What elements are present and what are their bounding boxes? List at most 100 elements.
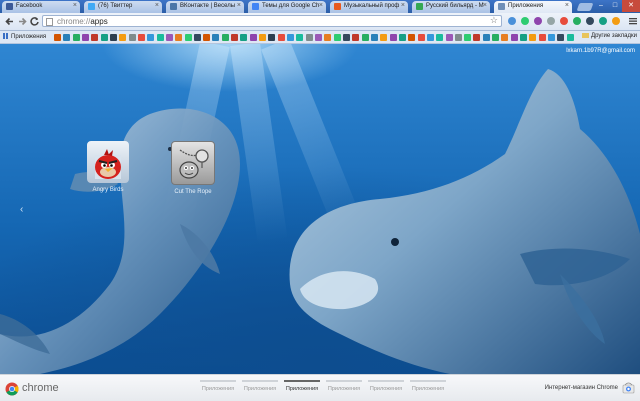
bookmark-item[interactable] [194,34,201,41]
previous-page-chevron-icon[interactable]: ‹ [20,204,23,215]
extension-button[interactable] [573,17,581,25]
tab-5[interactable]: Музыкальный проф × [330,1,408,13]
close-tab-icon[interactable]: × [483,2,487,9]
bookmark-item[interactable] [371,34,378,41]
web-store-link[interactable]: Интернет-магазин Chrome [545,385,618,391]
bookmark-apps[interactable]: Приложения [3,33,46,40]
apps-page-tab-6[interactable]: Приложения [410,380,446,392]
extension-button[interactable] [612,17,620,25]
apps-page-tab-3[interactable]: Приложения [284,380,320,392]
bookmark-item[interactable] [362,34,369,41]
close-tab-icon[interactable]: × [155,2,159,9]
tab-2[interactable]: (76) Твиттер × [84,1,162,13]
bookmark-item[interactable] [399,34,406,41]
bookmark-item[interactable] [324,34,331,41]
bookmark-item[interactable] [567,34,574,41]
close-window-button[interactable]: ✕ [622,0,640,12]
bookmark-item[interactable] [446,34,453,41]
tab-6[interactable]: Русский бильярд - М × [412,1,490,13]
bookmark-item[interactable] [352,34,359,41]
extension-button[interactable] [586,17,594,25]
bookmark-item[interactable] [157,34,164,41]
bookmark-item[interactable] [129,34,136,41]
bookmark-item[interactable] [147,34,154,41]
bookmark-item[interactable] [175,34,182,41]
close-tab-icon[interactable]: × [237,2,241,9]
app-cut-the-rope[interactable]: Cut The Rope [165,141,221,195]
bookmark-item[interactable] [539,34,546,41]
bookmark-item[interactable] [334,34,341,41]
bookmark-item[interactable] [492,34,499,41]
extension-button[interactable] [560,17,568,25]
bookmark-item[interactable] [73,34,80,41]
bookmark-item[interactable] [483,34,490,41]
bookmark-item[interactable] [54,34,61,41]
bookmark-item[interactable] [455,34,462,41]
bookmark-item[interactable] [315,34,322,41]
bookmark-item[interactable] [166,34,173,41]
bookmark-item[interactable] [418,34,425,41]
bookmark-item[interactable] [222,34,229,41]
extension-button[interactable] [534,17,542,25]
bookmark-item[interactable] [259,34,266,41]
extension-button[interactable] [599,17,607,25]
bookmark-item[interactable] [250,34,257,41]
bookmark-item[interactable] [501,34,508,41]
close-tab-icon[interactable]: × [565,2,569,9]
bookmark-item[interactable] [240,34,247,41]
bookmark-item[interactable] [557,34,564,41]
bookmark-item[interactable] [436,34,443,41]
tab-7[interactable]: Приложения × [494,1,572,13]
bookmark-item[interactable] [91,34,98,41]
extension-button[interactable] [547,17,555,25]
back-button[interactable] [4,16,15,27]
bookmark-item[interactable] [529,34,536,41]
apps-page-tab-1[interactable]: Приложения [200,380,236,392]
minimize-button[interactable]: – [594,0,608,12]
apps-page-tab-4[interactable]: Приложения [326,380,362,392]
apps-page-tab-5[interactable]: Приложения [368,380,404,392]
bookmark-item[interactable] [296,34,303,41]
signed-in-user[interactable]: lxkarn.1b97R@gmail.com [566,48,635,54]
bookmark-item[interactable] [63,34,70,41]
bookmark-item[interactable] [473,34,480,41]
bookmark-item[interactable] [110,34,117,41]
bookmark-item[interactable] [390,34,397,41]
other-bookmarks[interactable]: Другие закладки [582,33,637,39]
close-tab-icon[interactable]: × [319,2,323,9]
bookmark-item[interactable] [268,34,275,41]
bookmark-star-icon[interactable]: ☆ [490,15,498,26]
bookmark-item[interactable] [138,34,145,41]
bookmark-item[interactable] [306,34,313,41]
tab-1[interactable]: Facebook × [2,1,80,13]
close-tab-icon[interactable]: × [401,2,405,9]
app-angry-birds[interactable]: Angry Birds [80,141,136,193]
bookmark-item[interactable] [82,34,89,41]
bookmark-item[interactable] [101,34,108,41]
reload-button[interactable] [29,16,40,27]
bookmark-item[interactable] [278,34,285,41]
omnibox[interactable]: chrome://apps ☆ [42,15,502,27]
bookmark-item[interactable] [511,34,518,41]
extension-button[interactable] [521,17,529,25]
bookmark-item[interactable] [287,34,294,41]
bookmark-item[interactable] [231,34,238,41]
forward-button[interactable] [17,16,28,27]
tab-3[interactable]: ВКонтакте | Веселы × [166,1,244,13]
bookmark-item[interactable] [119,34,126,41]
web-store-icon[interactable] [622,381,635,394]
new-tab-button[interactable] [576,3,594,11]
bookmark-item[interactable] [520,34,527,41]
close-tab-icon[interactable]: × [73,2,77,9]
wrench-icon[interactable] [628,16,638,28]
bookmark-item[interactable] [212,34,219,41]
bookmark-item[interactable] [548,34,555,41]
bookmark-item[interactable] [408,34,415,41]
bookmark-item[interactable] [203,34,210,41]
tab-4[interactable]: Темы для Google Ch × [248,1,326,13]
apps-page-tab-2[interactable]: Приложения [242,380,278,392]
maximize-button[interactable]: □ [608,0,622,12]
bookmark-item[interactable] [464,34,471,41]
bookmark-item[interactable] [343,34,350,41]
bookmark-item[interactable] [185,34,192,41]
